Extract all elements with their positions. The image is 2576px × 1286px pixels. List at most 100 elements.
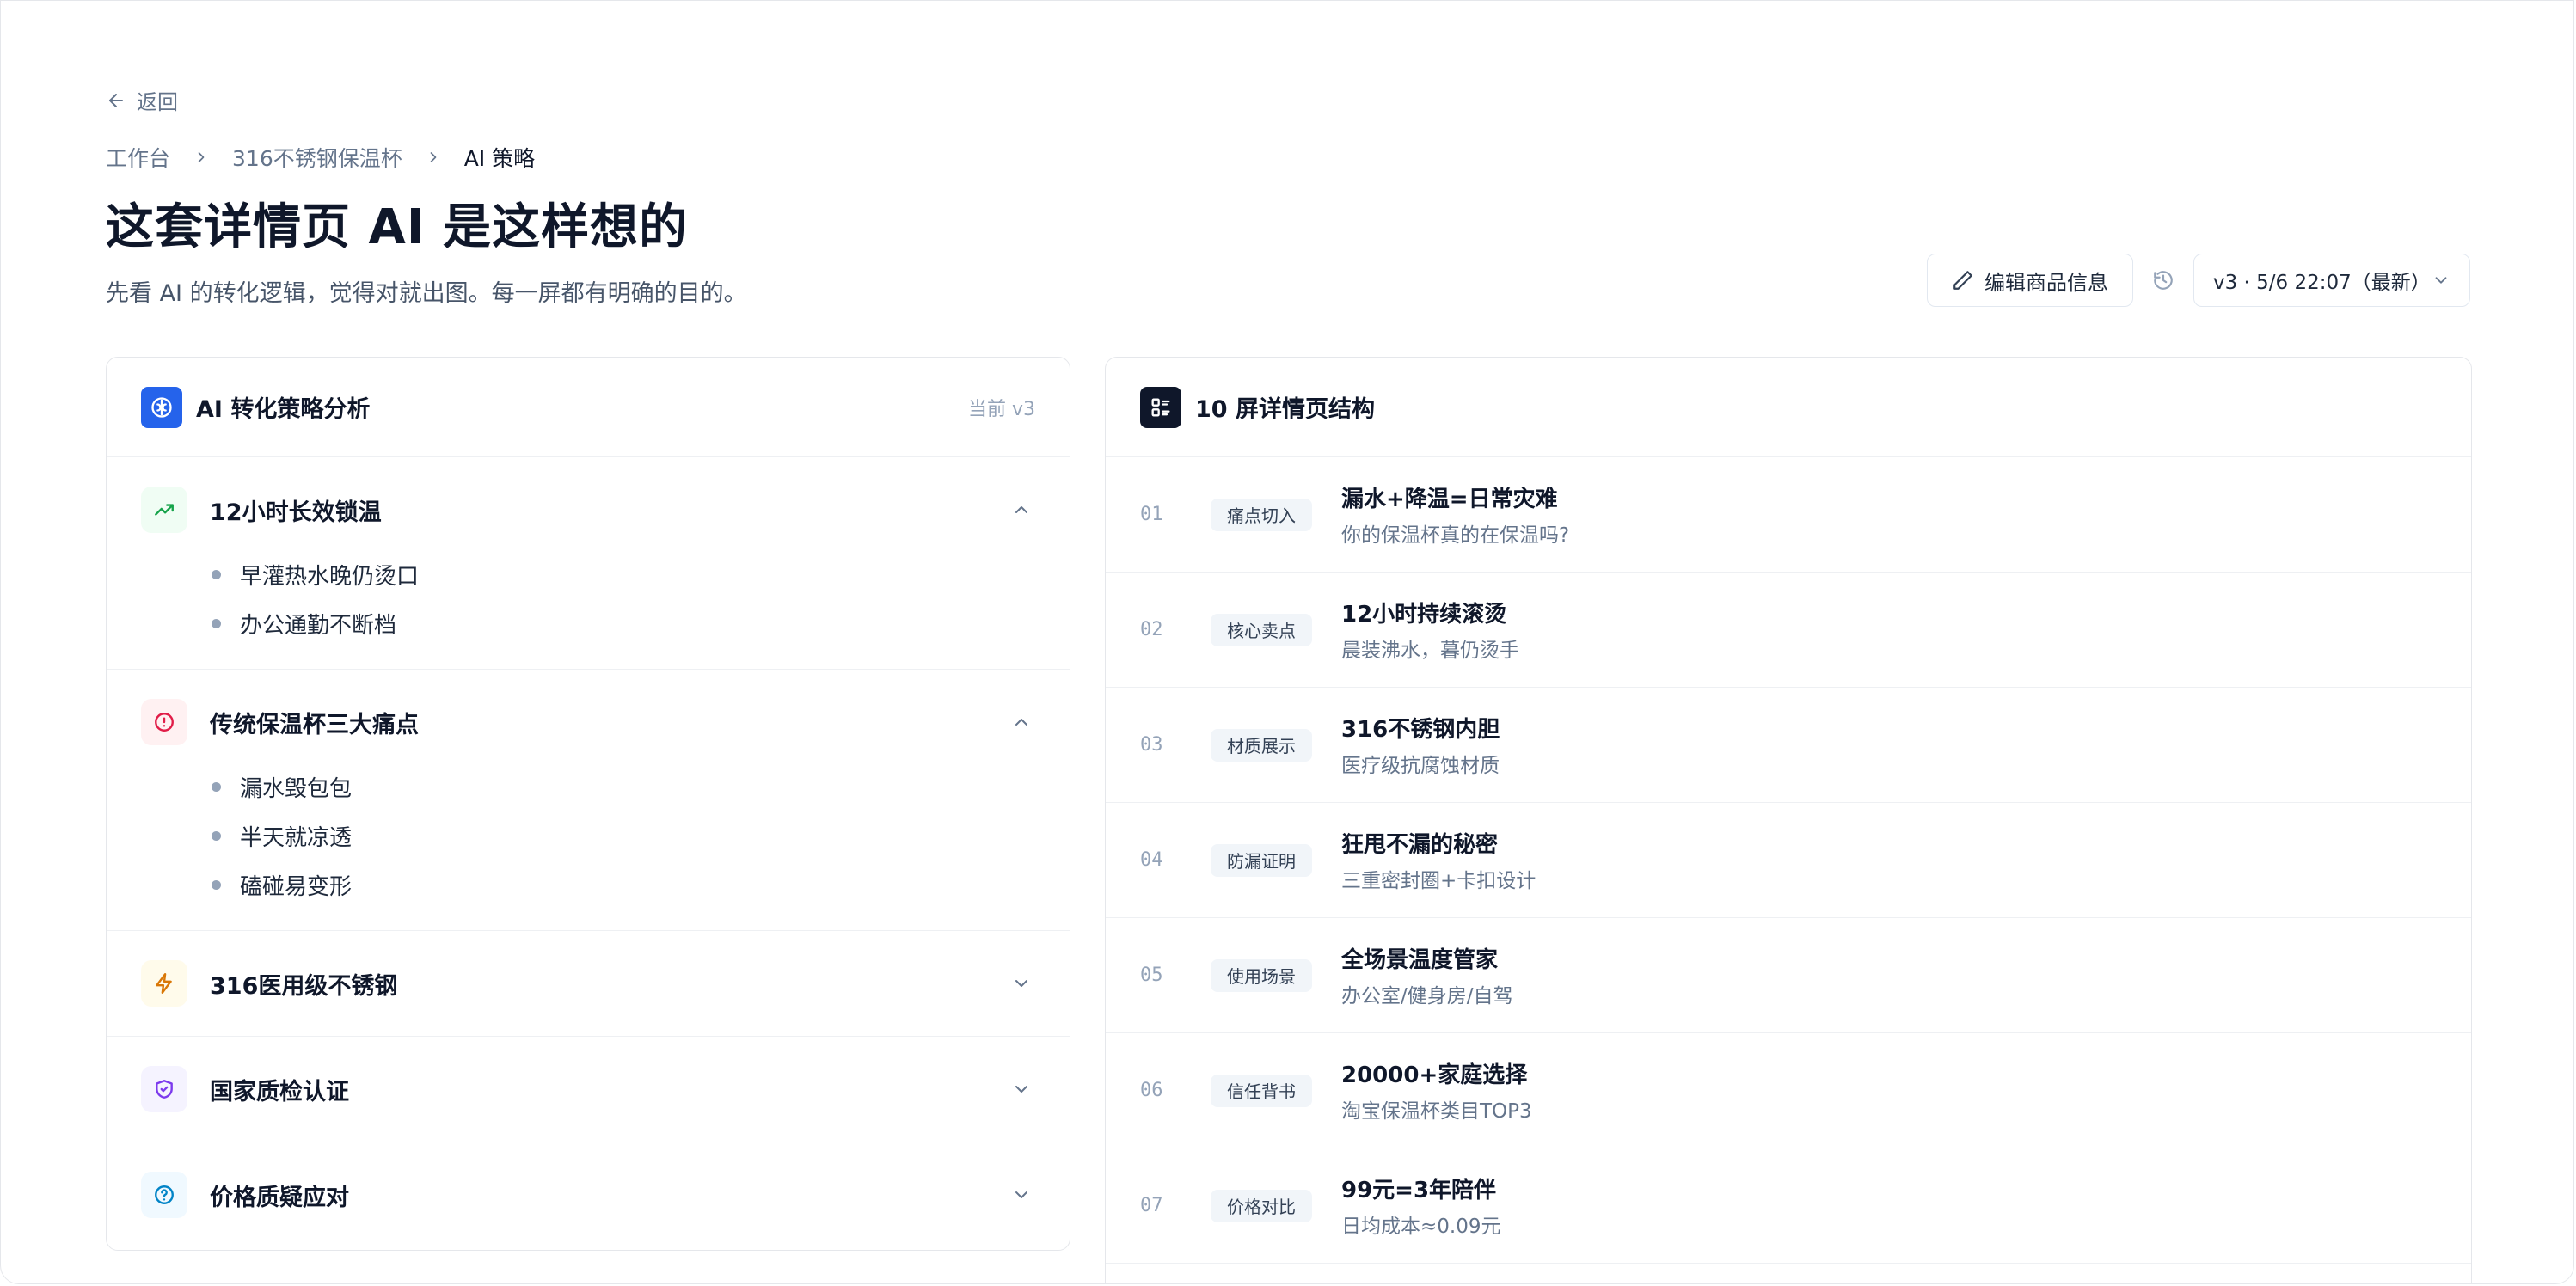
structure-row[interactable]: 04 防漏证明 狂甩不漏的秘密 三重密封圈+卡扣设计 bbox=[1106, 803, 2471, 918]
bullet-text: 办公通勤不断档 bbox=[240, 613, 397, 639]
chevron-right-icon bbox=[425, 149, 442, 166]
chevron-down-icon bbox=[1015, 1191, 1027, 1198]
row-number: 01 bbox=[1140, 504, 1163, 525]
edit-product-button[interactable]: 编辑商品信息 bbox=[1927, 254, 2133, 307]
arrow-left-icon bbox=[109, 93, 123, 107]
accordion-header-pain-points[interactable]: 传统保温杯三大痛点 bbox=[107, 670, 1070, 775]
row-description: 你的保温杯真的在保温吗? bbox=[1341, 524, 1570, 547]
strategy-card: AI 转化策略分析 当前 v3 12小时长效锁温 早灌热水晚仍烫口 办公通勤不断… bbox=[106, 357, 1070, 1251]
row-tag: 痛点切入 bbox=[1211, 498, 1312, 531]
structure-row[interactable]: 06 信任背书 20000+家庭选择 淘宝保温杯类目TOP3 bbox=[1106, 1033, 2471, 1148]
accordion-title: 316医用级不锈钢 bbox=[210, 972, 398, 1000]
bullet-text: 早灌热水晚仍烫口 bbox=[240, 564, 420, 590]
chevron-up-icon bbox=[1015, 506, 1027, 513]
row-tag: 价格对比 bbox=[1211, 1189, 1312, 1222]
structure-row[interactable]: 02 核心卖点 12小时持续滚烫 晨装沸水，暮仍烫手 bbox=[1106, 573, 2471, 688]
structure-card: 10 屏详情页结构 01 痛点切入 漏水+降温=日常灾难 你的保温杯真的在保温吗… bbox=[1105, 357, 2472, 1283]
accordion-header-price[interactable]: 价格质疑应对 bbox=[107, 1142, 1070, 1247]
row-description: 日均成本≈0.09元 bbox=[1341, 1216, 1501, 1238]
back-label: 返回 bbox=[137, 90, 178, 114]
breadcrumb-current: AI 策略 bbox=[463, 146, 536, 171]
accordion-item: 316医用级不锈钢 bbox=[107, 931, 1070, 1037]
alert-circle-icon bbox=[141, 699, 187, 745]
help-circle-icon bbox=[141, 1172, 187, 1218]
row-text: 20000+家庭选择 淘宝保温杯类目TOP3 bbox=[1341, 1057, 1532, 1124]
row-text: 12小时持续滚烫 晨装沸水，暮仍烫手 bbox=[1341, 597, 1519, 663]
row-text: 漏水+降温=日常灾难 你的保温杯真的在保温吗? bbox=[1341, 481, 1569, 548]
chevron-down-icon bbox=[1015, 1086, 1027, 1093]
accordion-title: 国家质检认证 bbox=[210, 1078, 349, 1105]
row-description: 晨装沸水，暮仍烫手 bbox=[1341, 640, 1519, 662]
accordion-title: 传统保温杯三大痛点 bbox=[210, 711, 419, 738]
trending-up-icon bbox=[141, 487, 187, 533]
accordion-header-certification[interactable]: 国家质检认证 bbox=[107, 1037, 1070, 1142]
row-text: 99元=3年陪伴 日均成本≈0.09元 bbox=[1341, 1173, 1500, 1239]
structure-row[interactable]: 01 痛点切入 漏水+降温=日常灾难 你的保温杯真的在保温吗? bbox=[1106, 457, 2471, 573]
bullet-dot bbox=[212, 570, 221, 579]
chevron-down-icon bbox=[1015, 980, 1027, 987]
bullet-dot bbox=[212, 880, 221, 890]
strategy-card-title: AI 转化策略分析 bbox=[196, 396, 371, 423]
version-select-value: v3 · 5/6 22:07（最新） bbox=[2213, 272, 2431, 294]
page-title: 这套详情页 AI 是这样想的 bbox=[106, 199, 689, 255]
row-description: 淘宝保温杯类目TOP3 bbox=[1341, 1100, 1532, 1123]
page-subtitle: 先看 AI 的转化逻辑，觉得对就出图。每一屏都有明确的目的。 bbox=[106, 280, 747, 307]
accordion-title: 价格质疑应对 bbox=[210, 1184, 349, 1211]
bullet-dot bbox=[212, 619, 221, 628]
row-number: 05 bbox=[1140, 964, 1163, 986]
structure-card-title: 10 屏详情页结构 bbox=[1195, 396, 1375, 423]
row-title: 漏水+降温=日常灾难 bbox=[1341, 487, 1558, 512]
row-title: 99元=3年陪伴 bbox=[1341, 1178, 1497, 1203]
edit-product-label: 编辑商品信息 bbox=[1984, 270, 2108, 295]
structure-row[interactable]: 03 材质展示 316不锈钢内胆 医疗级抗腐蚀材质 bbox=[1106, 688, 2471, 803]
accordion-body: 早灌热水晚仍烫口 办公通勤不断档 bbox=[107, 550, 1070, 669]
row-description: 办公室/健身房/自驾 bbox=[1341, 985, 1513, 1007]
row-description: 三重密封圈+卡扣设计 bbox=[1341, 870, 1536, 892]
row-description: 医疗级抗腐蚀材质 bbox=[1341, 755, 1500, 777]
accordion-item: 价格质疑应对 bbox=[107, 1142, 1070, 1247]
bullet-text: 漏水毁包包 bbox=[240, 776, 353, 802]
row-tag: 核心卖点 bbox=[1211, 613, 1312, 646]
row-number: 07 bbox=[1140, 1195, 1163, 1216]
breadcrumb: 工作台 316不锈钢保温杯 AI 策略 bbox=[106, 142, 535, 173]
history-icon bbox=[2154, 271, 2173, 290]
row-text: 狂甩不漏的秘密 三重密封圈+卡扣设计 bbox=[1341, 827, 1536, 893]
row-tag: 使用场景 bbox=[1211, 958, 1312, 992]
breadcrumb-product[interactable]: 316不锈钢保温杯 bbox=[232, 142, 402, 173]
strategy-card-header: AI 转化策略分析 当前 v3 bbox=[107, 358, 1070, 457]
row-text: 全场景温度管家 办公室/健身房/自驾 bbox=[1341, 942, 1513, 1008]
version-badge: 当前 v3 bbox=[967, 398, 1035, 420]
structure-row[interactable]: 05 使用场景 全场景温度管家 办公室/健身房/自驾 bbox=[1106, 918, 2471, 1033]
row-title: 狂甩不漏的秘密 bbox=[1341, 832, 1499, 858]
bullet-text: 磕碰易变形 bbox=[240, 874, 353, 900]
row-title: 20000+家庭选择 bbox=[1341, 1062, 1528, 1088]
structure-row[interactable]: 07 价格对比 99元=3年陪伴 日均成本≈0.09元 bbox=[1106, 1148, 2471, 1264]
row-title: 全场景温度管家 bbox=[1341, 947, 1499, 973]
app-frame: 返回 工作台 316不锈钢保温杯 AI 策略 这套详情页 AI 是这样想的 先看… bbox=[0, 0, 2574, 1284]
list-item: 办公通勤不断档 bbox=[210, 599, 1070, 648]
list-item: 磕碰易变形 bbox=[210, 860, 1070, 909]
accordion-item: 12小时长效锁温 早灌热水晚仍烫口 办公通勤不断档 bbox=[107, 457, 1070, 670]
row-tag: 材质展示 bbox=[1211, 728, 1312, 762]
version-select[interactable]: v3 · 5/6 22:07（最新） bbox=[2193, 254, 2470, 307]
zap-icon bbox=[141, 960, 187, 1007]
list-item: 半天就凉透 bbox=[210, 811, 1070, 860]
row-number: 03 bbox=[1140, 734, 1163, 756]
back-link[interactable]: 返回 bbox=[106, 85, 178, 115]
bullet-dot bbox=[212, 782, 221, 792]
accordion-header-lock-temp[interactable]: 12小时长效锁温 bbox=[107, 457, 1070, 562]
pencil-icon bbox=[1953, 271, 1972, 290]
chevron-right-icon bbox=[193, 149, 210, 166]
accordion-item: 传统保温杯三大痛点 漏水毁包包 半天就凉透 磕碰易变形 bbox=[107, 670, 1070, 931]
row-number: 04 bbox=[1140, 849, 1163, 871]
accordion-header-material[interactable]: 316医用级不锈钢 bbox=[107, 931, 1070, 1036]
accordion-body: 漏水毁包包 半天就凉透 磕碰易变形 bbox=[107, 762, 1070, 930]
row-number: 02 bbox=[1140, 619, 1163, 640]
row-number: 06 bbox=[1140, 1080, 1163, 1101]
accordion-title: 12小时长效锁温 bbox=[210, 499, 382, 526]
row-text: 316不锈钢内胆 医疗级抗腐蚀材质 bbox=[1341, 712, 1500, 778]
accordion-item: 国家质检认证 bbox=[107, 1037, 1070, 1142]
row-title: 12小时持续滚烫 bbox=[1341, 602, 1507, 628]
brain-icon bbox=[141, 386, 182, 428]
breadcrumb-workspace[interactable]: 工作台 bbox=[106, 142, 170, 173]
